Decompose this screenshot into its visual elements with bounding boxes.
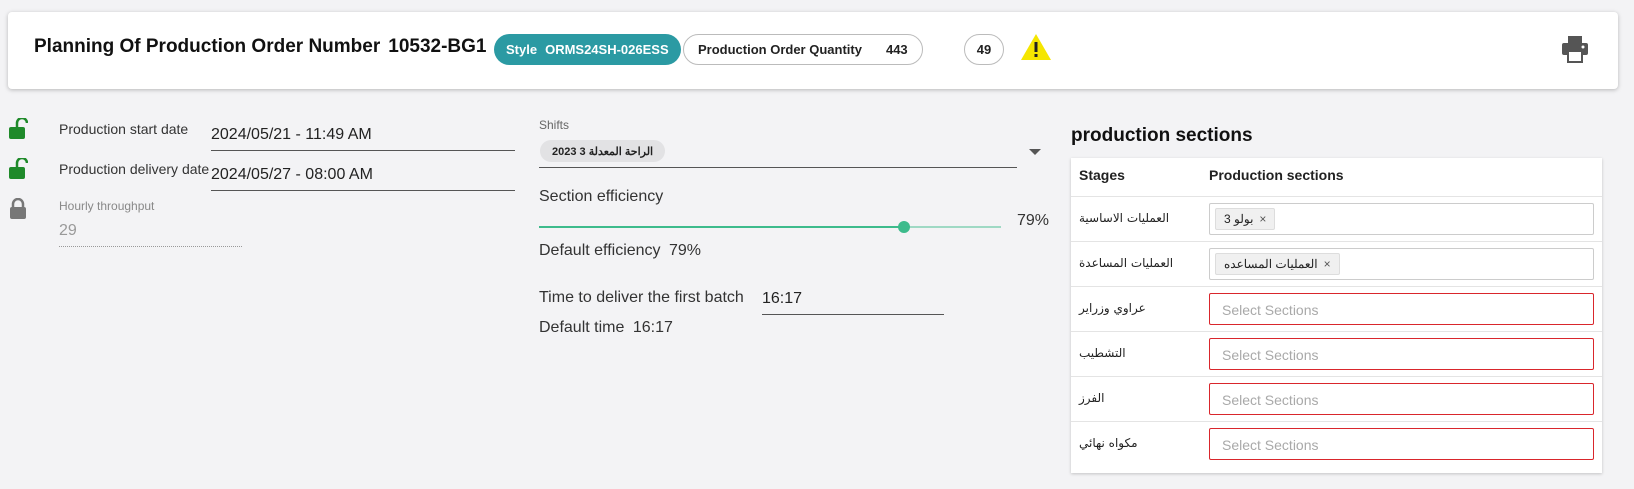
throughput-label: Hourly throughput — [59, 199, 155, 213]
printer-icon[interactable] — [1560, 34, 1590, 64]
warning-triangle-icon[interactable] — [1020, 32, 1052, 62]
stage-name: العمليات الاساسية — [1079, 211, 1170, 225]
shift-chip[interactable]: الراحة المعدلة 3 2023 — [540, 140, 666, 162]
sections-select[interactable]: Select Sections — [1209, 383, 1594, 415]
default-time: Default time 16:17 — [539, 319, 673, 337]
default-efficiency-value: 79% — [669, 242, 702, 259]
quantity-value: 443 — [885, 42, 908, 57]
stage-name: مكواه نهائي — [1079, 436, 1138, 450]
sections-placeholder: Select Sections — [1222, 437, 1319, 453]
quantity-chip: Production Order Quantity 443 — [683, 34, 923, 65]
stage-name: التشطيب — [1079, 346, 1126, 360]
close-icon[interactable]: × — [1259, 212, 1266, 226]
col-sections: Production sections — [1209, 167, 1344, 183]
table-row: عراوي وزراير Select Sections — [1071, 286, 1602, 331]
stage-name: عراوي وزراير — [1079, 301, 1146, 315]
start-date-label: Production start date — [59, 121, 189, 137]
section-tag: بولو 3 × — [1215, 208, 1276, 230]
default-time-label: Default time — [539, 319, 625, 336]
section-tag-label: بولو 3 — [1224, 212, 1254, 226]
count-badge[interactable]: 49 — [964, 34, 1004, 65]
sections-placeholder: Select Sections — [1222, 302, 1319, 318]
efficiency-slider-fill — [539, 226, 904, 228]
shifts-label: Shifts — [539, 118, 570, 132]
sections-select[interactable]: Select Sections — [1209, 338, 1594, 370]
efficiency-value: 79% — [1017, 212, 1050, 229]
throughput-field: 29 — [59, 222, 242, 247]
sections-select[interactable]: Select Sections — [1209, 293, 1594, 325]
style-label: Style — [506, 42, 538, 57]
table-row: الفرز Select Sections — [1071, 376, 1602, 421]
title-text: Planning Of Production Order Number — [34, 36, 381, 57]
batch-label: Time to deliver the first batch — [539, 289, 744, 306]
default-efficiency: Default efficiency 79% — [539, 242, 701, 260]
unlock-icon[interactable] — [8, 158, 28, 180]
shifts-select[interactable] — [539, 167, 1017, 168]
quantity-label: Production Order Quantity — [698, 42, 862, 57]
lock-icon — [10, 198, 26, 219]
table-row: العمليات الاساسية بولو 3 × — [1071, 196, 1602, 241]
table-row: مكواه نهائي Select Sections — [1071, 421, 1602, 466]
sections-title: production sections — [1071, 125, 1253, 146]
section-tag: العمليات المساعده × — [1215, 253, 1340, 275]
delivery-date-field[interactable]: 2024/05/27 - 08:00 AM — [211, 166, 515, 191]
sections-select[interactable]: Select Sections — [1209, 428, 1594, 460]
batch-time-field[interactable]: 16:17 — [762, 290, 944, 315]
stage-name: العمليات المساعدة — [1079, 256, 1174, 270]
header-bar: Planning Of Production Order Number 10532… — [8, 12, 1618, 89]
sections-placeholder: Select Sections — [1222, 347, 1319, 363]
sections-table: Stages Production sections العمليات الاس… — [1071, 158, 1602, 473]
efficiency-slider-thumb[interactable] — [897, 221, 910, 233]
start-date-field[interactable]: 2024/05/21 - 11:49 AM — [211, 126, 515, 151]
stage-name: الفرز — [1079, 391, 1105, 405]
page-title: Planning Of Production Order Number 10532… — [34, 36, 486, 58]
order-number: 10532-BG1 — [388, 36, 487, 57]
unlock-icon[interactable] — [8, 118, 28, 140]
chevron-down-icon[interactable] — [1029, 149, 1041, 155]
style-value: ORMS24SH-026ESS — [545, 42, 669, 57]
default-efficiency-label: Default efficiency — [539, 242, 661, 259]
sections-placeholder: Select Sections — [1222, 392, 1319, 408]
close-icon[interactable]: × — [1324, 257, 1331, 271]
default-time-value: 16:17 — [632, 319, 673, 336]
style-chip: Style ORMS24SH-026ESS — [494, 34, 681, 65]
sections-select[interactable]: بولو 3 × — [1209, 203, 1594, 235]
delivery-date-label: Production delivery date — [59, 161, 210, 177]
section-tag-label: العمليات المساعده — [1224, 257, 1318, 271]
sections-select[interactable]: العمليات المساعده × — [1209, 248, 1594, 280]
table-row: التشطيب Select Sections — [1071, 331, 1602, 376]
col-stages: Stages — [1079, 167, 1125, 183]
efficiency-label: Section efficiency — [539, 188, 664, 205]
table-row: العمليات المساعدة العمليات المساعده × — [1071, 241, 1602, 286]
